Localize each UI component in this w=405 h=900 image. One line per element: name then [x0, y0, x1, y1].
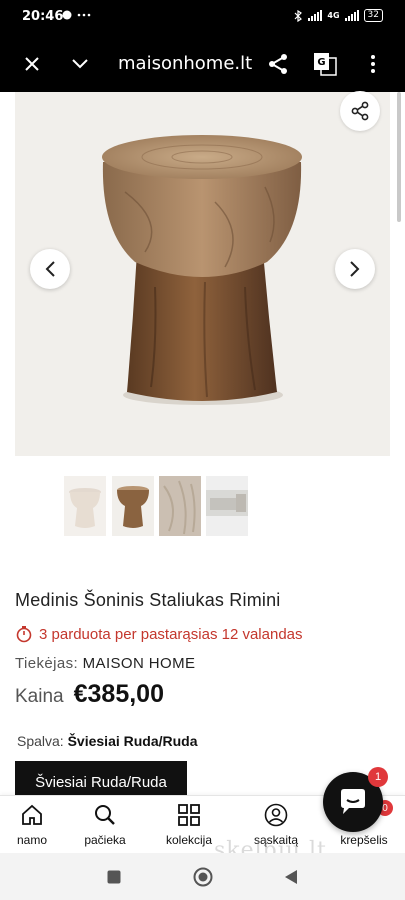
search-icon	[95, 805, 115, 825]
status-bar: 20:46 4G 32	[0, 0, 405, 36]
status-time: 20:46	[22, 9, 64, 24]
user-icon	[264, 803, 288, 827]
close-icon	[25, 57, 39, 71]
signal-icon-2	[344, 10, 359, 21]
battery-icon: 32	[363, 9, 383, 22]
thumbnail-4[interactable]	[206, 476, 248, 536]
next-image-button[interactable]	[335, 249, 375, 289]
circle-icon	[193, 867, 213, 887]
nav-label-cart: krepšelis	[340, 833, 388, 847]
price-line: Kaina €385,00	[15, 680, 164, 709]
price-label: Kaina	[15, 686, 64, 707]
home-icon	[22, 804, 42, 825]
page-scrollbar[interactable]	[397, 92, 401, 222]
nav-item-home[interactable]: namo	[0, 796, 72, 854]
supplier-value: MAISON HOME	[82, 655, 196, 672]
nav-label-search: pačieka	[84, 833, 126, 847]
supplier-line: Tiekėjas: MAISON HOME	[15, 655, 195, 672]
url-text[interactable]: maisonhome.lt	[118, 53, 252, 74]
bluetooth-icon	[294, 9, 303, 22]
stool-image	[102, 135, 302, 405]
system-navigation-bar	[0, 853, 405, 900]
price-value: €385,00	[73, 680, 164, 708]
square-icon	[107, 870, 121, 884]
color-value: Šviesiai Ruda/Ruda	[67, 733, 198, 749]
thumbnail-2[interactable]	[112, 476, 154, 536]
chat-notification-badge: 1	[368, 767, 388, 787]
share-icon	[351, 101, 369, 121]
share-icon	[269, 54, 287, 74]
recent-apps-button[interactable]	[103, 866, 125, 888]
chat-notification-icon	[62, 10, 91, 20]
notification-icons	[62, 9, 96, 24]
stopwatch-icon	[16, 626, 32, 643]
color-label: Spalva:	[17, 733, 64, 749]
close-button[interactable]	[16, 48, 48, 80]
network-type: 4G	[327, 11, 340, 20]
previous-image-button[interactable]	[30, 249, 70, 289]
minimize-button[interactable]	[64, 48, 96, 80]
color-line: Spalva: Šviesiai Ruda/Ruda	[17, 733, 198, 749]
sold-notice: 3 parduota per pastarąsias 12 valandas	[15, 625, 303, 643]
home-system-button[interactable]	[192, 866, 214, 888]
image-share-button[interactable]	[340, 91, 380, 131]
back-system-button[interactable]	[280, 866, 302, 888]
back-triangle-icon	[285, 870, 297, 884]
product-title: Medinis Šoninis Staliukas Rimini	[15, 590, 281, 610]
nav-label-home: namo	[16, 833, 48, 847]
svg-text:G: G	[317, 57, 325, 68]
chat-icon	[341, 789, 365, 814]
status-right-icons: 4G 32	[294, 9, 383, 22]
browser-toolbar: maisonhome.lt G	[0, 36, 405, 92]
nav-item-search[interactable]: pačieka	[65, 796, 145, 854]
supplier-label: Tiekėjas:	[15, 655, 79, 672]
thumbnail-1[interactable]	[64, 476, 106, 536]
more-menu-button[interactable]	[357, 48, 389, 80]
share-page-button[interactable]	[262, 48, 294, 80]
sold-text: 3 parduota per pastarąsias 12 valandas	[39, 625, 303, 643]
chevron-right-icon	[350, 261, 360, 277]
signal-icon	[308, 10, 323, 21]
thumbnail-3[interactable]	[159, 476, 201, 536]
product-image[interactable]	[15, 92, 390, 456]
chevron-left-icon	[45, 261, 55, 277]
more-vertical-icon	[371, 55, 375, 73]
translate-button[interactable]: G	[309, 48, 341, 80]
grid-icon	[178, 804, 200, 826]
translate-icon: G	[314, 53, 337, 76]
chevron-down-icon	[72, 59, 88, 69]
